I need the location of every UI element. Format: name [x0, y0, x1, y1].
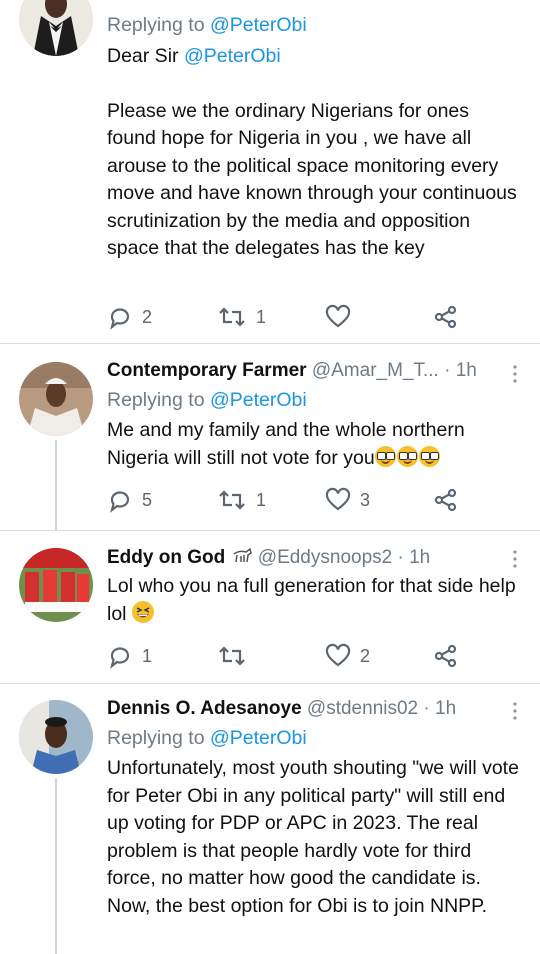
retweet-icon: [219, 490, 245, 510]
share-icon: [434, 488, 457, 512]
replying-handle-link[interactable]: @PeterObi: [210, 727, 307, 749]
tweet-text: Dear Sir @PeterObi: [107, 45, 281, 67]
like-button[interactable]: [325, 302, 360, 332]
tweet-0[interactable]: Replying to @PeterObi Dear Sir @PeterObi…: [0, 0, 540, 344]
tweet-text-last-line: Now, the best option for Obi is to join …: [107, 894, 488, 917]
timestamp: · 1h: [397, 547, 431, 568]
retweet-button[interactable]: [217, 641, 256, 671]
grinning-squinting-face-emoji: [131, 600, 154, 623]
heart-icon: [325, 304, 351, 328]
tweet-text: Lol who you na full generation for that …: [107, 575, 516, 625]
share-button[interactable]: [433, 302, 459, 332]
nerd-face-emoji: [374, 445, 441, 469]
reply-count: 1: [142, 645, 153, 666]
tweet-actions: 1 2: [107, 641, 467, 671]
like-button[interactable]: 2: [325, 641, 370, 671]
mention-link[interactable]: @PeterObi: [184, 45, 281, 67]
tweet-header: Eddy on God @Eddysnoops2 · 1h: [107, 546, 520, 570]
display-name[interactable]: Eddy on God: [107, 547, 225, 568]
replying-handle-link[interactable]: @PeterObi: [210, 14, 307, 36]
share-button[interactable]: [433, 641, 459, 671]
share-icon: [434, 644, 457, 668]
tweet-text-paragraph: Please we the ordinary Nigerians for one…: [107, 99, 517, 260]
tweet-1[interactable]: Contemporary Farmer @Amar_M_T... · 1h Re…: [0, 344, 540, 531]
like-button[interactable]: 3: [325, 485, 370, 515]
retweet-icon: [219, 646, 245, 666]
user-handle[interactable]: @Eddysnoops2: [258, 547, 392, 568]
tweet-text: Unfortunately, most youth shouting "we w…: [107, 757, 519, 889]
reply-count: 2: [142, 306, 153, 327]
thread-line: [55, 440, 57, 530]
retweet-button[interactable]: 1: [217, 485, 266, 515]
retweet-icon: [219, 307, 245, 327]
avatar[interactable]: [19, 0, 93, 56]
avatar[interactable]: [19, 362, 93, 436]
avatar[interactable]: [19, 548, 93, 622]
reply-icon: [110, 308, 130, 330]
reply-button[interactable]: 5: [107, 485, 152, 515]
user-handle[interactable]: @Amar_M_T...: [312, 360, 439, 381]
replying-to: Replying to @PeterObi: [107, 14, 307, 36]
timestamp: · 1h: [444, 360, 477, 381]
share-button[interactable]: [433, 485, 459, 515]
tweet-actions: 2 1: [107, 302, 467, 332]
more-vertical-icon[interactable]: [512, 364, 518, 384]
retweet-count: 1: [256, 306, 267, 327]
replying-to: Replying to @PeterObi: [107, 389, 307, 411]
more-vertical-icon[interactable]: [512, 701, 518, 721]
display-name[interactable]: Contemporary Farmer: [107, 360, 307, 381]
tweet-header: Contemporary Farmer @Amar_M_T... · 1h: [107, 359, 520, 383]
reply-button[interactable]: 2: [107, 302, 152, 332]
tweet-3[interactable]: Dennis O. Adesanoye @stdennis02 · 1h Rep…: [0, 684, 540, 954]
tweet-2[interactable]: Eddy on God @Eddysnoops2 · 1h Lol who yo…: [0, 531, 540, 684]
share-icon: [434, 305, 457, 329]
retweet-button[interactable]: 1: [217, 302, 266, 332]
replying-to: Replying to @PeterObi: [107, 727, 307, 749]
heart-icon: [325, 643, 351, 667]
tweet-actions: 5 1 3: [107, 485, 467, 515]
thread-line: [55, 778, 57, 954]
retweet-count: 1: [256, 489, 267, 510]
like-count: 2: [360, 645, 371, 666]
tweet-text: Me and my family and the whole northern …: [107, 419, 465, 469]
reply-button[interactable]: 1: [107, 641, 152, 671]
user-handle[interactable]: @stdennis02: [307, 698, 418, 719]
reply-icon: [110, 647, 130, 669]
timestamp: · 1h: [423, 698, 457, 719]
like-count: 3: [360, 489, 371, 510]
reply-count: 5: [142, 489, 153, 510]
goat-emoji: [231, 546, 253, 566]
avatar[interactable]: [19, 700, 93, 774]
replying-handle-link[interactable]: @PeterObi: [210, 389, 307, 411]
more-vertical-icon[interactable]: [512, 549, 518, 569]
reply-icon: [110, 491, 130, 513]
tweet-header: Dennis O. Adesanoye @stdennis02 · 1h: [107, 697, 520, 721]
heart-icon: [325, 487, 351, 511]
display-name[interactable]: Dennis O. Adesanoye: [107, 698, 302, 719]
